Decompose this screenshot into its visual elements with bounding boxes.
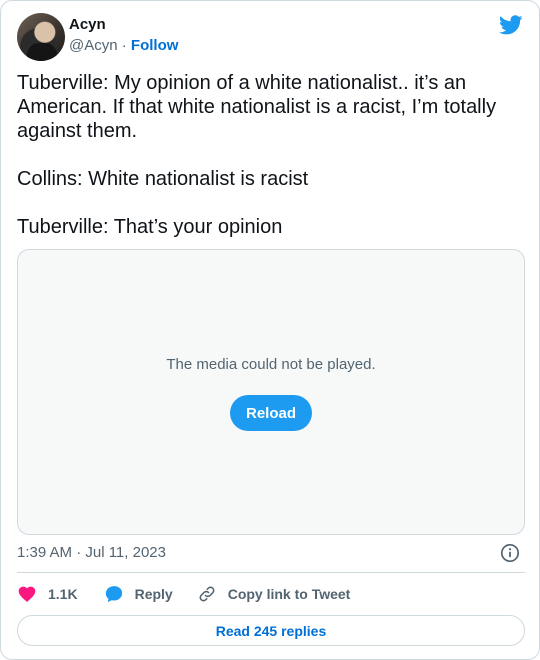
- follow-link[interactable]: Follow: [131, 37, 179, 54]
- tweet-text: Tuberville: My opinion of a white nation…: [17, 72, 497, 238]
- tweet-card: Acyn @Acyn · Follow Tuberville: My opini…: [0, 0, 540, 660]
- reload-button[interactable]: Reload: [230, 395, 312, 431]
- author-handle-row: @Acyn · Follow: [69, 37, 178, 55]
- action-bar: 1.1K Reply Copy link to Tweet: [17, 583, 350, 605]
- heart-icon: [18, 586, 36, 602]
- read-replies-button[interactable]: Read 245 replies: [17, 615, 525, 646]
- like-count: 1.1K: [48, 586, 78, 602]
- separator-dot: ·: [121, 37, 127, 54]
- author-handle[interactable]: @Acyn: [69, 37, 118, 54]
- media-error-message: The media could not be played.: [166, 356, 376, 373]
- divider: [17, 572, 525, 573]
- reply-bubble-icon: [105, 586, 122, 603]
- link-icon: [199, 586, 215, 602]
- reply-label: Reply: [134, 586, 173, 602]
- info-icon[interactable]: [500, 543, 520, 563]
- author-name[interactable]: Acyn: [69, 16, 106, 34]
- avatar[interactable]: [17, 13, 65, 61]
- tweet-timestamp[interactable]: 1:39 AM · Jul 11, 2023: [17, 544, 166, 562]
- like-button[interactable]: 1.1K: [17, 584, 78, 604]
- twitter-bird-icon[interactable]: [499, 13, 523, 37]
- copy-link-button[interactable]: Copy link to Tweet: [197, 584, 351, 604]
- reply-button[interactable]: Reply: [104, 584, 173, 604]
- media-container: The media could not be played. Reload: [17, 249, 525, 535]
- copy-link-label: Copy link to Tweet: [227, 586, 351, 602]
